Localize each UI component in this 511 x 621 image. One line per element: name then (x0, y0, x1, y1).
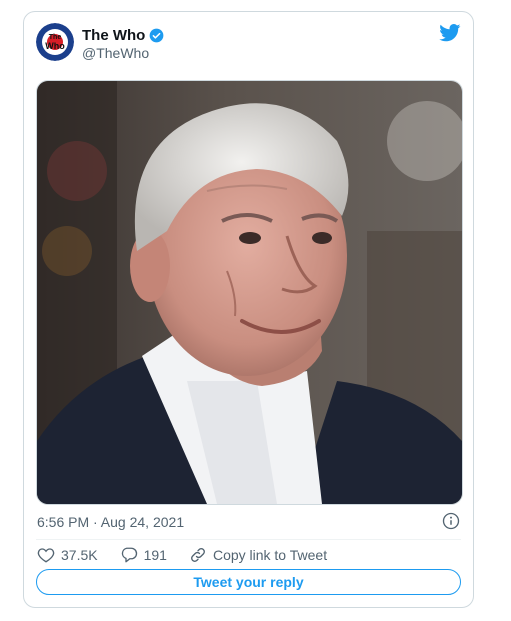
tweet-photo[interactable] (36, 80, 463, 505)
tweet-timestamp[interactable]: 6:56 PM · Aug 24, 2021 (37, 514, 184, 530)
tweet-your-reply-button[interactable]: Tweet your reply (36, 569, 461, 595)
avatar[interactable]: The Who (36, 23, 74, 61)
like-count: 37.5K (61, 547, 98, 563)
portrait-image (37, 81, 462, 504)
divider (36, 539, 461, 540)
handle[interactable]: @TheWho (82, 45, 149, 61)
twitter-bird-icon[interactable] (439, 24, 461, 47)
tweet-card: The Who The Who @TheWho 6:56 PM · Aug 24… (23, 11, 474, 608)
the-who-logo-icon: The Who (36, 23, 74, 61)
reply-count: 191 (143, 547, 167, 563)
link-icon (191, 548, 205, 562)
display-name[interactable]: The Who (82, 27, 164, 44)
svg-text:Who: Who (45, 41, 65, 51)
copy-link-label: Copy link to Tweet (212, 547, 328, 563)
reply-button[interactable]: 191 (120, 546, 167, 564)
heart-icon (37, 548, 55, 563)
info-icon[interactable] (442, 512, 460, 535)
display-name-text[interactable]: The Who (82, 27, 145, 44)
reply-icon (121, 547, 137, 563)
copy-link-button[interactable]: Copy link to Tweet (189, 546, 327, 564)
like-button[interactable]: 37.5K (37, 546, 98, 564)
svg-text:The: The (49, 34, 62, 41)
tweet-actions: 37.5K 191 Copy link to Tweet (37, 545, 349, 565)
verified-badge-icon (149, 28, 164, 43)
